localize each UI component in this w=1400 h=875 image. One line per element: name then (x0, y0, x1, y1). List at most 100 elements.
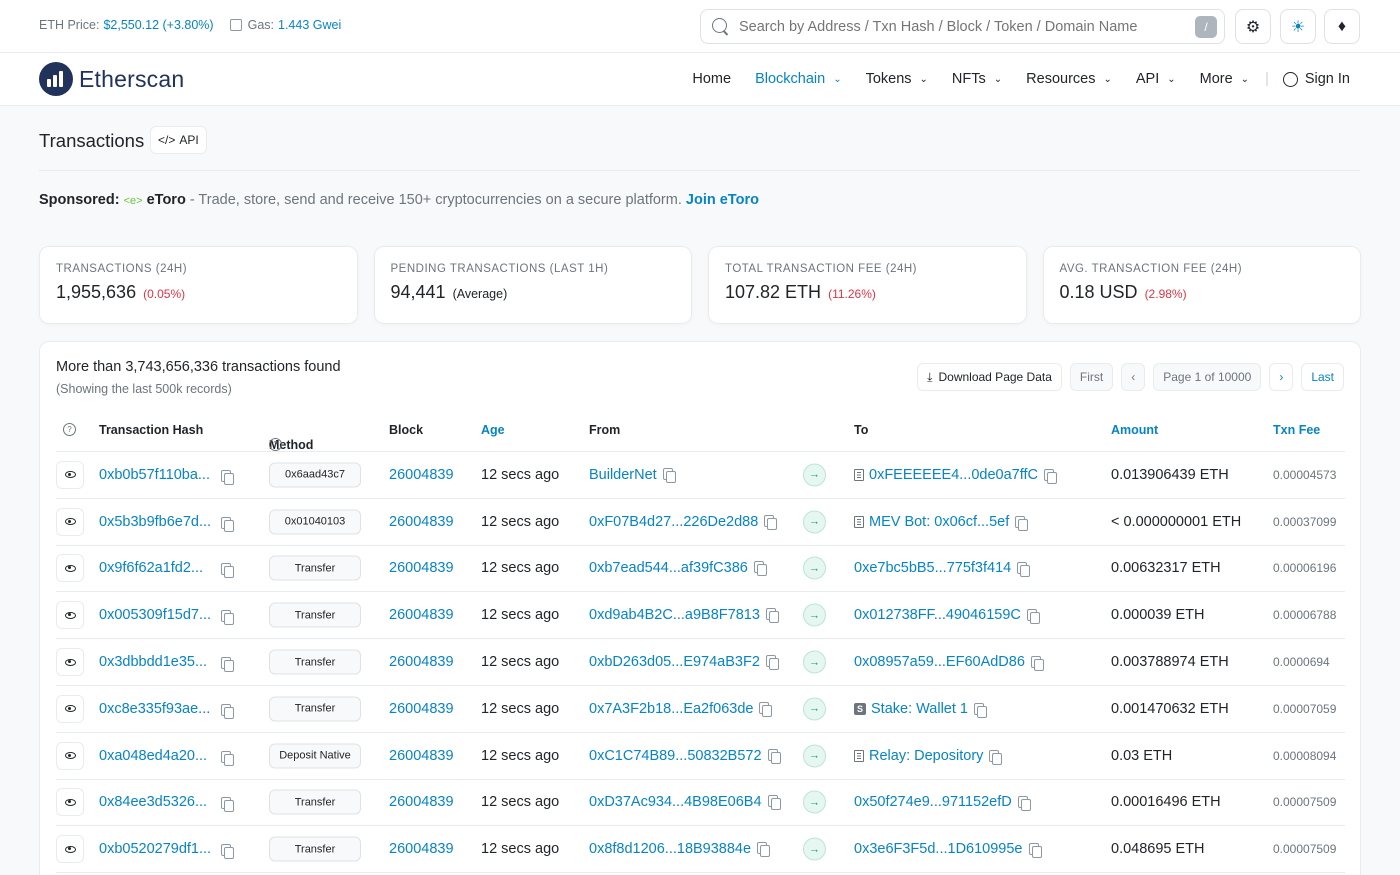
copy-icon[interactable] (221, 657, 234, 673)
from-address-link[interactable]: 0xD37Ac934...4B98E06B4 (589, 794, 762, 810)
txn-hash-link[interactable]: 0x005309f15d7... (99, 607, 211, 623)
block-link[interactable]: 26004839 (389, 654, 454, 670)
copy-icon[interactable] (759, 701, 773, 717)
view-details-button[interactable] (56, 835, 84, 864)
to-address-link[interactable]: 0x3e6F3F5d...1D610995e (854, 841, 1023, 857)
copy-icon[interactable] (221, 516, 234, 532)
view-details-button[interactable] (56, 460, 84, 489)
copy-icon[interactable] (1015, 515, 1029, 531)
col-age[interactable]: Age (481, 423, 505, 437)
copy-icon[interactable] (765, 608, 779, 624)
copy-icon[interactable] (221, 703, 234, 719)
block-link[interactable]: 26004839 (389, 841, 454, 857)
view-details-button[interactable] (56, 741, 84, 770)
gas-value[interactable]: 1.443 Gwei (278, 18, 341, 32)
txn-hash-link[interactable]: 0xa048ed4a20... (99, 748, 207, 764)
from-address-link[interactable]: 0xF07B4d27...226De2d88 (589, 514, 758, 530)
from-address-link[interactable]: 0x7A3F2b18...Ea2f063de (589, 701, 753, 717)
copy-icon[interactable] (764, 514, 778, 530)
from-address-link[interactable]: 0xbD263d05...E974aB3F2 (589, 654, 760, 670)
copy-icon[interactable] (765, 655, 779, 671)
copy-icon[interactable] (221, 797, 234, 813)
api-button[interactable]: </> API (150, 126, 207, 154)
block-link[interactable]: 26004839 (389, 560, 454, 576)
copy-icon[interactable] (221, 563, 234, 579)
nav-item-resources[interactable]: Resources ⌄ (1026, 71, 1112, 87)
theme-toggle-button[interactable]: ☀ (1280, 9, 1316, 44)
block-link[interactable]: 26004839 (389, 607, 454, 623)
txn-hash-link[interactable]: 0x3dbbdd1e35... (99, 654, 207, 670)
view-details-button[interactable] (56, 554, 84, 583)
copy-icon[interactable] (662, 467, 676, 483)
sponsor-link[interactable]: Join eToro (686, 192, 759, 208)
txn-hash-link[interactable]: 0xc8e335f93ae... (99, 701, 210, 717)
txn-hash-link[interactable]: 0xb0b57f110ba... (99, 467, 210, 483)
block-link[interactable]: 26004839 (389, 467, 454, 483)
copy-icon[interactable] (767, 795, 781, 811)
from-address-link[interactable]: 0xb7ead544...af39fC386 (589, 560, 748, 576)
sign-in-link[interactable]: Sign In (1282, 71, 1350, 87)
nav-item-api[interactable]: API ⌄ (1136, 71, 1176, 87)
block-link[interactable]: 26004839 (389, 701, 454, 717)
search-box[interactable]: / (700, 9, 1225, 44)
nav-item-tokens[interactable]: Tokens ⌄ (866, 71, 928, 87)
from-address-link[interactable]: 0xd9ab4B2C...a9B8F7813 (589, 607, 760, 623)
copy-icon[interactable] (1017, 796, 1031, 812)
copy-icon[interactable] (973, 702, 987, 718)
help-icon[interactable]: ? (269, 438, 282, 451)
view-details-button[interactable] (56, 694, 84, 723)
copy-icon[interactable] (221, 750, 234, 766)
help-icon[interactable]: ? (63, 423, 76, 436)
copy-icon[interactable] (1026, 609, 1040, 625)
last-page-button[interactable]: Last (1301, 363, 1344, 391)
etherscan-logo[interactable]: Etherscan (39, 62, 184, 96)
block-link[interactable]: 26004839 (389, 794, 454, 810)
copy-icon[interactable] (1030, 656, 1044, 672)
to-address-link[interactable]: Relay: Depository (869, 748, 983, 764)
copy-icon[interactable] (757, 842, 771, 858)
to-address-link[interactable]: MEV Bot: 0x06cf...5ef (869, 514, 1009, 530)
nav-item-nfts[interactable]: NFTs ⌄ (952, 71, 1002, 87)
txn-hash-link[interactable]: 0xb0520279df1... (99, 841, 211, 857)
copy-icon[interactable] (1017, 562, 1031, 578)
nav-item-more[interactable]: More ⌄ (1200, 71, 1249, 87)
block-link[interactable]: 26004839 (389, 514, 454, 530)
from-address-link[interactable]: 0xC1C74B89...50832B572 (589, 748, 762, 764)
copy-icon[interactable] (221, 610, 234, 626)
download-button[interactable]: ⤓ Download Page Data (917, 363, 1062, 391)
copy-icon[interactable] (767, 748, 781, 764)
txn-hash-link[interactable]: 0x84ee3d5326... (99, 794, 207, 810)
to-address-link[interactable]: 0x012738FF...49046159C (854, 607, 1021, 623)
col-amount[interactable]: Amount (1111, 423, 1158, 437)
copy-icon[interactable] (1044, 468, 1058, 484)
copy-icon[interactable] (989, 749, 1003, 765)
nav-item-blockchain[interactable]: Blockchain ⌄ (755, 71, 842, 87)
first-page-button[interactable]: First (1069, 363, 1114, 391)
from-address-link[interactable]: BuilderNet (589, 467, 657, 483)
to-address-link[interactable]: Stake: Wallet 1 (871, 701, 968, 717)
view-details-button[interactable] (56, 788, 84, 817)
settings-button[interactable]: ⚙ (1235, 9, 1271, 44)
view-details-button[interactable] (56, 648, 84, 677)
view-details-button[interactable] (56, 507, 84, 536)
to-address-link[interactable]: 0x50f274e9...971152efD (854, 794, 1012, 810)
copy-icon[interactable] (221, 844, 234, 860)
copy-icon[interactable] (221, 469, 234, 485)
copy-icon[interactable] (1028, 843, 1042, 859)
sponsor-brand[interactable]: eToro (147, 192, 186, 208)
to-address-link[interactable]: 0xe7bc5bB5...775f3f414 (854, 560, 1011, 576)
prev-page-button[interactable]: ‹ (1121, 363, 1146, 391)
network-button[interactable]: ♦ (1324, 9, 1360, 44)
eth-price-value[interactable]: $2,550.12 (+3.80%) (103, 18, 213, 32)
txn-hash-link[interactable]: 0x9f6f62a1fd2... (99, 560, 203, 576)
nav-item-home[interactable]: Home (692, 71, 731, 87)
search-input[interactable] (739, 18, 1195, 35)
to-address-link[interactable]: 0x08957a59...EF60AdD86 (854, 654, 1025, 670)
col-txn-fee[interactable]: Txn Fee (1273, 423, 1320, 437)
next-page-button[interactable]: › (1269, 363, 1294, 391)
from-address-link[interactable]: 0x8f8d1206...18B93884e (589, 841, 751, 857)
copy-icon[interactable] (753, 561, 767, 577)
txn-hash-link[interactable]: 0x5b3b9fb6e7d... (99, 514, 211, 530)
to-address-link[interactable]: 0xFEEEEEE4...0de0a7ffC (869, 467, 1038, 483)
view-details-button[interactable] (56, 601, 84, 630)
